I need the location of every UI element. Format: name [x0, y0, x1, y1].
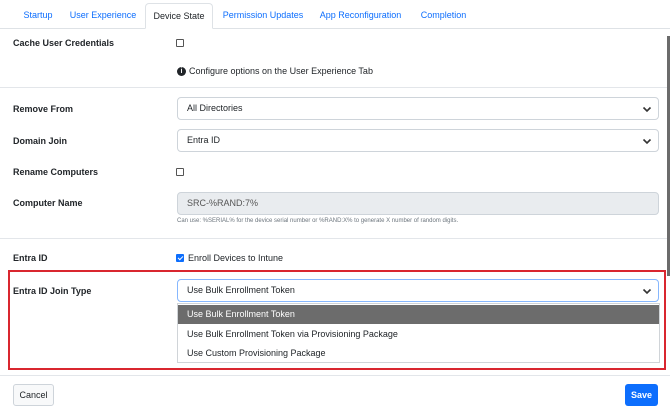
tab-app-reconfiguration[interactable]: App Reconfiguration	[313, 3, 408, 29]
device-state-dialog: Startup User Experience Device State Per…	[0, 0, 670, 419]
tab-completion[interactable]: Completion	[411, 3, 476, 29]
chevron-down-icon	[642, 138, 652, 145]
remove-from-select[interactable]: All Directories	[177, 97, 659, 120]
rename-computers-label: Rename Computers	[13, 167, 99, 177]
tab-startup[interactable]: Startup	[15, 3, 61, 29]
domain-join-label: Domain Join	[13, 136, 68, 146]
tab-user-experience[interactable]: User Experience	[64, 3, 142, 29]
remove-from-label: Remove From	[13, 104, 74, 114]
domain-join-value: Entra ID	[187, 135, 221, 145]
chevron-down-icon	[642, 106, 652, 113]
cancel-button[interactable]: Cancel	[13, 384, 54, 406]
computer-name-help: Can use: %SERIAL% for the device serial …	[177, 218, 459, 224]
footer-divider	[0, 375, 670, 376]
cache-user-credentials-checkbox[interactable]	[176, 39, 184, 47]
rename-computers-checkbox[interactable]	[176, 168, 184, 176]
info-message: i Configure options on the User Experien…	[177, 66, 373, 76]
divider	[0, 238, 670, 239]
remove-from-value: All Directories	[187, 103, 243, 113]
tab-permission-updates[interactable]: Permission Updates	[216, 3, 310, 29]
enroll-intune-checkbox[interactable]	[176, 254, 184, 262]
domain-join-select[interactable]: Entra ID	[177, 129, 659, 152]
tab-device-state[interactable]: Device State	[145, 3, 213, 29]
tab-bar: Startup User Experience Device State Per…	[0, 0, 670, 29]
info-text: Configure options on the User Experience…	[189, 66, 373, 76]
cache-user-credentials-label: Cache User Credentials	[13, 38, 115, 48]
divider	[0, 87, 670, 88]
highlight-box	[8, 270, 666, 370]
computer-name-input[interactable]: SRC-%RAND:7%	[177, 192, 659, 215]
entra-id-label: Entra ID	[13, 253, 48, 263]
save-button[interactable]: Save	[625, 384, 658, 406]
computer-name-label: Computer Name	[13, 198, 83, 208]
enroll-intune-label: Enroll Devices to Intune	[188, 253, 284, 263]
info-icon: i	[177, 66, 186, 76]
